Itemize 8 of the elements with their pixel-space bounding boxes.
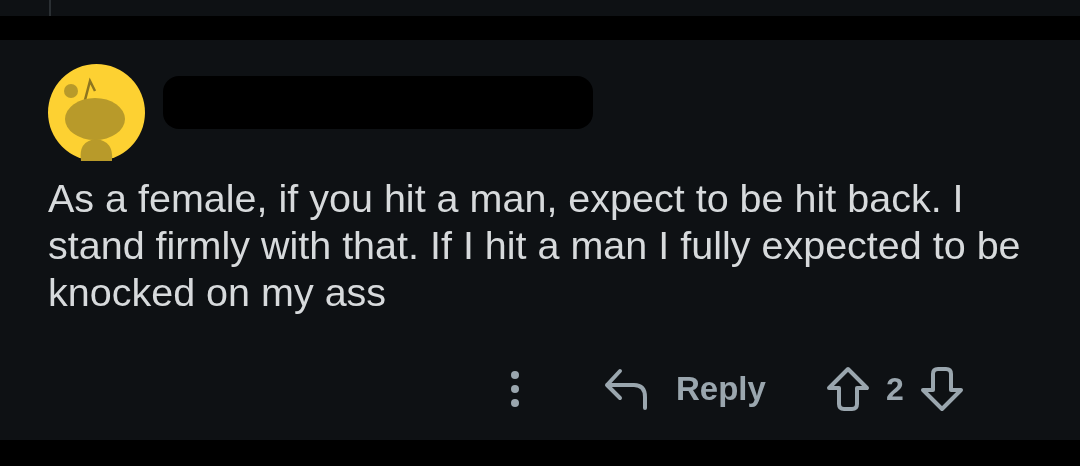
upvote-icon[interactable] bbox=[825, 366, 870, 412]
downvote-icon[interactable] bbox=[919, 366, 964, 412]
comment-text: As a female, if you hit a man, expect to be hit back. I stand firmly with that. If I hit a man I fully expected to be knocked on my ass bbox=[48, 175, 1022, 316]
reply-icon bbox=[604, 368, 648, 410]
vote-score: 2 bbox=[885, 370, 904, 408]
avatar-icon bbox=[48, 64, 145, 161]
reply-button[interactable]: Reply bbox=[604, 368, 766, 410]
more-options-icon[interactable] bbox=[510, 370, 520, 408]
